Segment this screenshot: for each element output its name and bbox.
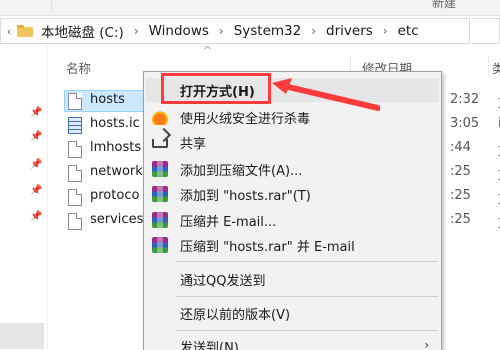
- pin-icon: 📌: [30, 159, 43, 170]
- menu-item-label: 添加到 "hosts.rar"(T): [180, 189, 311, 204]
- pin-icon: 📌: [30, 185, 43, 196]
- pin-icon: 📌: [30, 107, 43, 118]
- file-date: 3:05: [450, 116, 480, 131]
- menu-item-compress-email[interactable]: 压缩并 E-mail...: [146, 208, 439, 232]
- ribbon-fragment-left: [0, 0, 52, 12]
- new-item-label[interactable]: 新建: [432, 0, 456, 11]
- blank-file-icon: [68, 141, 82, 158]
- pin-icon: 📌: [30, 131, 43, 142]
- file-date: 2:32: [450, 92, 480, 107]
- breadcrumb-separator-icon[interactable]: ›: [377, 24, 394, 38]
- blank-file-icon: [68, 165, 82, 182]
- breadcrumb-windows[interactable]: Windows: [145, 23, 213, 39]
- menu-separator: [176, 261, 438, 262]
- breadcrumb-drive[interactable]: 本地磁盘 (C:): [37, 21, 128, 41]
- navigation-pane: [0, 45, 48, 350]
- nav-chevron-icon[interactable]: ‹: [1, 25, 17, 38]
- menu-separator: [176, 296, 438, 297]
- menu-item-restore-previous-versions[interactable]: 还原以前的版本(V): [146, 301, 439, 325]
- file-name: hosts.ic: [90, 116, 140, 131]
- menu-item-label: 发送到(N): [180, 341, 239, 350]
- menu-item-add-to-archive[interactable]: 添加到压缩文件(A)...: [146, 157, 439, 181]
- file-name: lmhosts: [90, 140, 142, 155]
- menu-item-label: 压缩并 E-mail...: [180, 215, 277, 230]
- blank-file-icon: [68, 189, 82, 206]
- ribbon-strip: 新建: [0, 0, 500, 16]
- winrar-icon: [152, 237, 168, 253]
- column-header-name[interactable]: 名称: [66, 58, 91, 77]
- context-menu: 打开方式(H) 使用火绒安全进行杀毒 共享 添加到压缩文件(A)... 添加到 …: [143, 71, 442, 350]
- share-icon: [152, 139, 168, 148]
- menu-item-send-to[interactable]: 发送到(N) ›: [146, 334, 439, 350]
- pin-icon: 📌: [30, 211, 43, 222]
- breadcrumb-separator-icon[interactable]: ›: [213, 24, 230, 38]
- menu-item-share[interactable]: 共享: [146, 130, 439, 154]
- ics-file-icon: [68, 117, 82, 134]
- column-divider[interactable]: [488, 56, 489, 76]
- breadcrumb-separator-icon[interactable]: ›: [305, 24, 322, 38]
- breadcrumb-system32[interactable]: System32: [230, 23, 306, 39]
- nav-selected-item[interactable]: [0, 323, 44, 349]
- file-name: services: [90, 212, 144, 227]
- menu-item-label: 压缩到 "hosts.rar" 并 E-mail: [180, 240, 355, 255]
- sort-caret-icon: ^: [203, 44, 213, 57]
- file-date: :25: [450, 212, 471, 227]
- address-dropdown-button[interactable]: [472, 18, 500, 44]
- menu-item-label: 通过QQ发送到: [180, 274, 266, 289]
- menu-item-label: 还原以前的版本(V): [180, 308, 291, 323]
- menu-item-label: 添加到压缩文件(A)...: [180, 164, 303, 179]
- folder-icon: [17, 25, 33, 37]
- file-name: protoco: [90, 188, 140, 203]
- menu-separator: [176, 330, 438, 331]
- breadcrumb-drivers[interactable]: drivers: [322, 23, 377, 39]
- winrar-icon: [152, 212, 168, 228]
- winrar-icon: [152, 161, 168, 177]
- winrar-icon: [152, 186, 168, 202]
- menu-item-add-to-hosts-rar[interactable]: 添加到 "hosts.rar"(T): [146, 182, 439, 206]
- column-header-type[interactable]: 类: [492, 58, 500, 77]
- menu-item-label: 共享: [180, 137, 207, 152]
- submenu-arrow-icon: ›: [424, 338, 429, 350]
- file-date: :25: [450, 188, 471, 203]
- menu-item-compress-hosts-rar-email[interactable]: 压缩到 "hosts.rar" 并 E-mail: [146, 233, 439, 257]
- file-date: :25: [450, 164, 471, 179]
- annotation-arrow-icon: [272, 78, 380, 111]
- file-name: hosts: [90, 92, 125, 107]
- blank-file-icon: [68, 213, 82, 230]
- file-name: network: [90, 164, 143, 179]
- menu-item-send-via-qq[interactable]: 通过QQ发送到: [146, 267, 439, 291]
- breadcrumb-etc[interactable]: etc: [394, 23, 423, 39]
- address-bar[interactable]: ‹ 本地磁盘 (C:) › Windows › System32 › drive…: [0, 18, 470, 44]
- blank-file-icon: [68, 93, 82, 110]
- huorong-fire-icon: [152, 109, 168, 125]
- breadcrumb-separator-icon[interactable]: ›: [128, 24, 145, 38]
- annotation-highlight-box: [161, 73, 271, 104]
- file-date: :44: [450, 140, 471, 155]
